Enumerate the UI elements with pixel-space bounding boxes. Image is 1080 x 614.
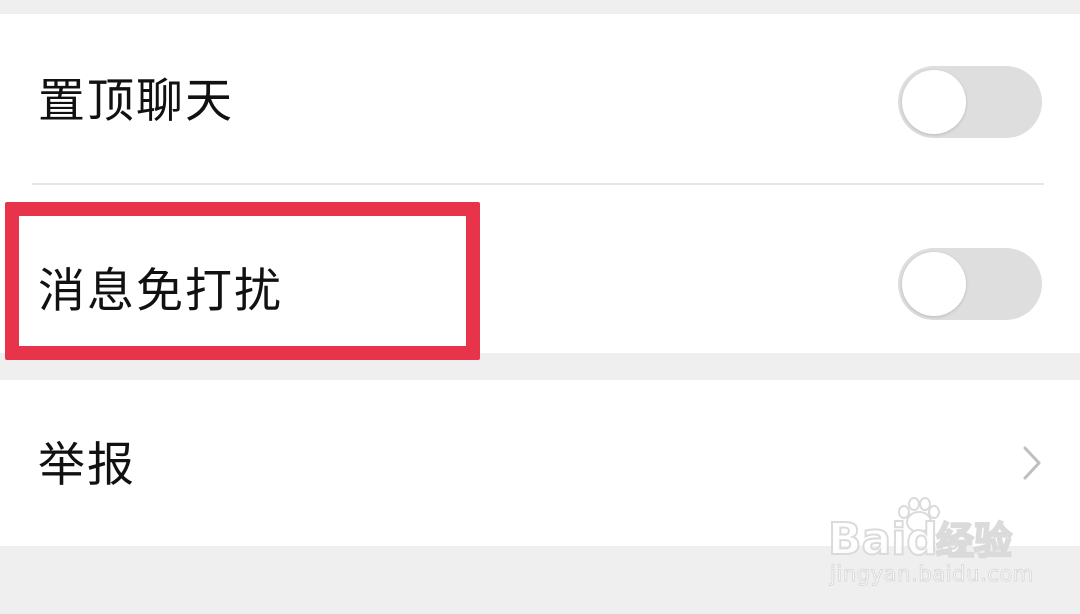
watermark: Baidu 经验 jingyan.baidu.com: [826, 494, 1046, 586]
mute-notifications-row[interactable]: 消息免打扰: [0, 184, 1080, 353]
toggle-knob: [902, 252, 966, 316]
settings-group-primary: 置顶聊天 消息免打扰: [0, 14, 1080, 353]
watermark-brand-cn: 经验: [935, 519, 1013, 563]
mute-notifications-toggle[interactable]: [898, 248, 1042, 320]
chevron-right-icon: [1023, 446, 1041, 480]
mute-notifications-label: 消息免打扰: [38, 264, 283, 319]
pin-chat-toggle[interactable]: [898, 66, 1042, 138]
chat-settings-screen: 置顶聊天 消息免打扰 举报 Baidu 经验 jingyan.baidu.com: [0, 0, 1080, 614]
pin-chat-label: 置顶聊天: [38, 74, 234, 129]
report-label: 举报: [38, 438, 136, 493]
watermark-url: jingyan.baidu.com: [830, 562, 1034, 586]
toggle-knob: [902, 70, 966, 134]
pin-chat-row[interactable]: 置顶聊天: [0, 14, 1080, 185]
